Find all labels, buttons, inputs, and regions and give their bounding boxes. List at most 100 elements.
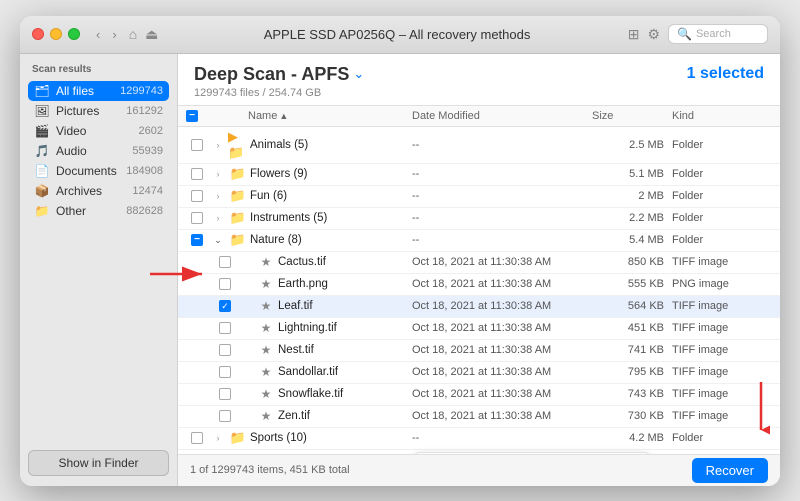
home-icon[interactable]: ⌂ — [129, 26, 137, 42]
window-title: APPLE SSD AP0256Q – All recovery methods — [166, 27, 627, 42]
table-row[interactable]: ★ Earth.png Oct 18, 2021 at 11:30:38 AM … — [178, 274, 780, 296]
file-date: Oct 18, 2021 at 11:30:38 AM — [412, 344, 592, 356]
sidebar-item-other[interactable]: 📁 Other 882628 — [28, 201, 169, 221]
file-date: -- — [412, 234, 592, 246]
file-name: Animals (5) — [248, 139, 412, 151]
file-kind: TIFF image — [672, 256, 772, 268]
documents-icon: 📄 — [34, 164, 50, 178]
file-icon: ★ — [261, 365, 272, 379]
expand-icon[interactable]: ⌄ — [208, 235, 228, 246]
expand-icon[interactable]: › — [208, 213, 228, 223]
file-size: 730 KB — [592, 410, 672, 422]
status-bar: 1 of 1299743 items, 451 KB total Recover — [178, 454, 780, 486]
file-icon: ★ — [261, 387, 272, 401]
folder-icon: 📁 — [230, 166, 246, 182]
expand-icon[interactable]: › — [208, 169, 228, 179]
table-row[interactable]: › 📁 Sports (10) -- 4.2 MB Folder — [178, 428, 780, 450]
minimize-button[interactable] — [50, 28, 62, 40]
archives-icon: 📦 — [34, 184, 50, 198]
th-date[interactable]: Date Modified — [412, 110, 592, 122]
selected-count: 1 selected — [687, 65, 764, 83]
sidebar-label-documents: Documents — [56, 164, 120, 178]
grid-icon[interactable]: ⊞ — [628, 26, 640, 43]
show-in-finder-button[interactable]: Show in Finder — [28, 450, 169, 476]
row-checkbox[interactable] — [191, 168, 203, 180]
search-box[interactable]: 🔍 Search — [668, 24, 768, 44]
sidebar-item-all-files[interactable]: 🗂 All files 1299743 — [28, 81, 169, 101]
file-name: Cactus.tif — [276, 256, 412, 268]
file-kind: Folder — [672, 190, 772, 202]
sidebar-label-video: Video — [56, 124, 133, 138]
row-checkbox[interactable] — [219, 388, 231, 400]
row-checkbox[interactable] — [219, 344, 231, 356]
sidebar-item-audio[interactable]: 🎵 Audio 55939 — [28, 141, 169, 161]
table-row[interactable]: ★ Nest.tif Oct 18, 2021 at 11:30:38 AM 7… — [178, 340, 780, 362]
row-checkbox[interactable] — [219, 366, 231, 378]
expand-icon[interactable]: › — [208, 433, 228, 443]
file-kind: PNG image — [672, 278, 772, 290]
table-row[interactable]: − ⌄ 📁 Nature (8) -- 5.4 MB Folder — [178, 230, 780, 252]
table-row[interactable]: › 📁 Fun (6) -- 2 MB Folder — [178, 186, 780, 208]
table-row[interactable]: ★ Snowflake.tif Oct 18, 2021 at 11:30:38… — [178, 384, 780, 406]
th-icon — [228, 110, 248, 122]
th-name[interactable]: Name ▲ — [248, 110, 412, 122]
row-checkbox[interactable] — [219, 410, 231, 422]
main-header: Deep Scan - APFS ⌄ 1 selected 1299743 fi… — [178, 54, 780, 106]
maximize-button[interactable] — [68, 28, 80, 40]
scan-title: Deep Scan - APFS — [194, 64, 349, 85]
titlebar-controls: ⊞ ⚙ 🔍 Search — [628, 24, 768, 44]
main-panel: Deep Scan - APFS ⌄ 1 selected 1299743 fi… — [178, 54, 780, 486]
file-size: 795 KB — [592, 366, 672, 378]
sort-icon[interactable]: ⚙ — [647, 26, 660, 43]
eject-icon[interactable]: ⏏ — [145, 26, 158, 43]
file-date: -- — [412, 432, 592, 444]
table-row[interactable]: › 📁 Flowers (9) -- 5.1 MB Folder — [178, 164, 780, 186]
sidebar-item-documents[interactable]: 📄 Documents 184908 — [28, 161, 169, 181]
scan-dropdown-arrow[interactable]: ⌄ — [353, 66, 364, 82]
row-checkbox[interactable] — [191, 139, 203, 151]
recover-button[interactable]: Recover — [692, 458, 768, 483]
file-size: 564 KB — [592, 300, 672, 312]
table-body: › ▶ 📁 Animals (5) -- 2.5 MB Folder › 📁 F… — [178, 127, 780, 454]
row-checkbox[interactable] — [219, 278, 231, 290]
file-name: Leaf.tif — [276, 300, 412, 312]
file-kind: Folder — [672, 234, 772, 246]
file-name: Nest.tif — [276, 344, 412, 356]
table-row[interactable]: ★ Cactus.tif Oct 18, 2021 at 11:30:38 AM… — [178, 252, 780, 274]
sidebar-count-video: 2602 — [139, 125, 163, 137]
file-size: 741 KB — [592, 344, 672, 356]
table-header: − Name ▲ Date Modified Size Kind — [178, 106, 780, 127]
row-checkbox[interactable] — [219, 322, 231, 334]
table-row[interactable]: ★ Sandollar.tif Oct 18, 2021 at 11:30:38… — [178, 362, 780, 384]
file-icon: ★ — [261, 409, 272, 423]
sidebar-item-pictures[interactable]: 🖼 Pictures 161292 — [28, 101, 169, 121]
header-checkbox[interactable]: − — [186, 110, 198, 122]
file-kind: Folder — [672, 212, 772, 224]
table-row[interactable]: ★ Zen.tif Oct 18, 2021 at 11:30:38 AM 73… — [178, 406, 780, 428]
sidebar-label-all-files: All files — [56, 84, 114, 98]
table-row[interactable]: › ▶ 📁 Animals (5) -- 2.5 MB Folder — [178, 127, 780, 164]
sidebar-label-archives: Archives — [56, 184, 126, 198]
table-row[interactable]: › 📁 Instruments (5) -- 2.2 MB Folder — [178, 208, 780, 230]
row-checkbox[interactable] — [219, 256, 231, 268]
row-checkbox-checked[interactable]: ✓ — [219, 300, 231, 312]
close-button[interactable] — [32, 28, 44, 40]
file-size: 2.5 MB — [592, 139, 672, 151]
th-kind[interactable]: Kind — [672, 110, 772, 122]
table-row[interactable]: › 📁 User Template (10 ✓ All recovery met… — [178, 450, 780, 454]
th-size[interactable]: Size — [592, 110, 672, 122]
table-row[interactable]: ✓ ★ Leaf.tif Oct 18, 2021 at 11:30:38 AM… — [178, 296, 780, 318]
file-size: 850 KB — [592, 256, 672, 268]
row-checkbox-minus[interactable]: − — [191, 234, 203, 246]
table-row[interactable]: ★ Lightning.tif Oct 18, 2021 at 11:30:38… — [178, 318, 780, 340]
sidebar-item-video[interactable]: 🎬 Video 2602 — [28, 121, 169, 141]
row-checkbox[interactable] — [191, 212, 203, 224]
row-checkbox[interactable] — [191, 190, 203, 202]
expand-icon[interactable]: › — [208, 140, 228, 150]
back-button[interactable]: ‹ — [92, 25, 104, 44]
expand-icon[interactable]: › — [208, 191, 228, 201]
file-icon: ★ — [261, 321, 272, 335]
row-checkbox[interactable] — [191, 432, 203, 444]
sidebar-item-archives[interactable]: 📦 Archives 12474 — [28, 181, 169, 201]
forward-button[interactable]: › — [108, 25, 120, 44]
